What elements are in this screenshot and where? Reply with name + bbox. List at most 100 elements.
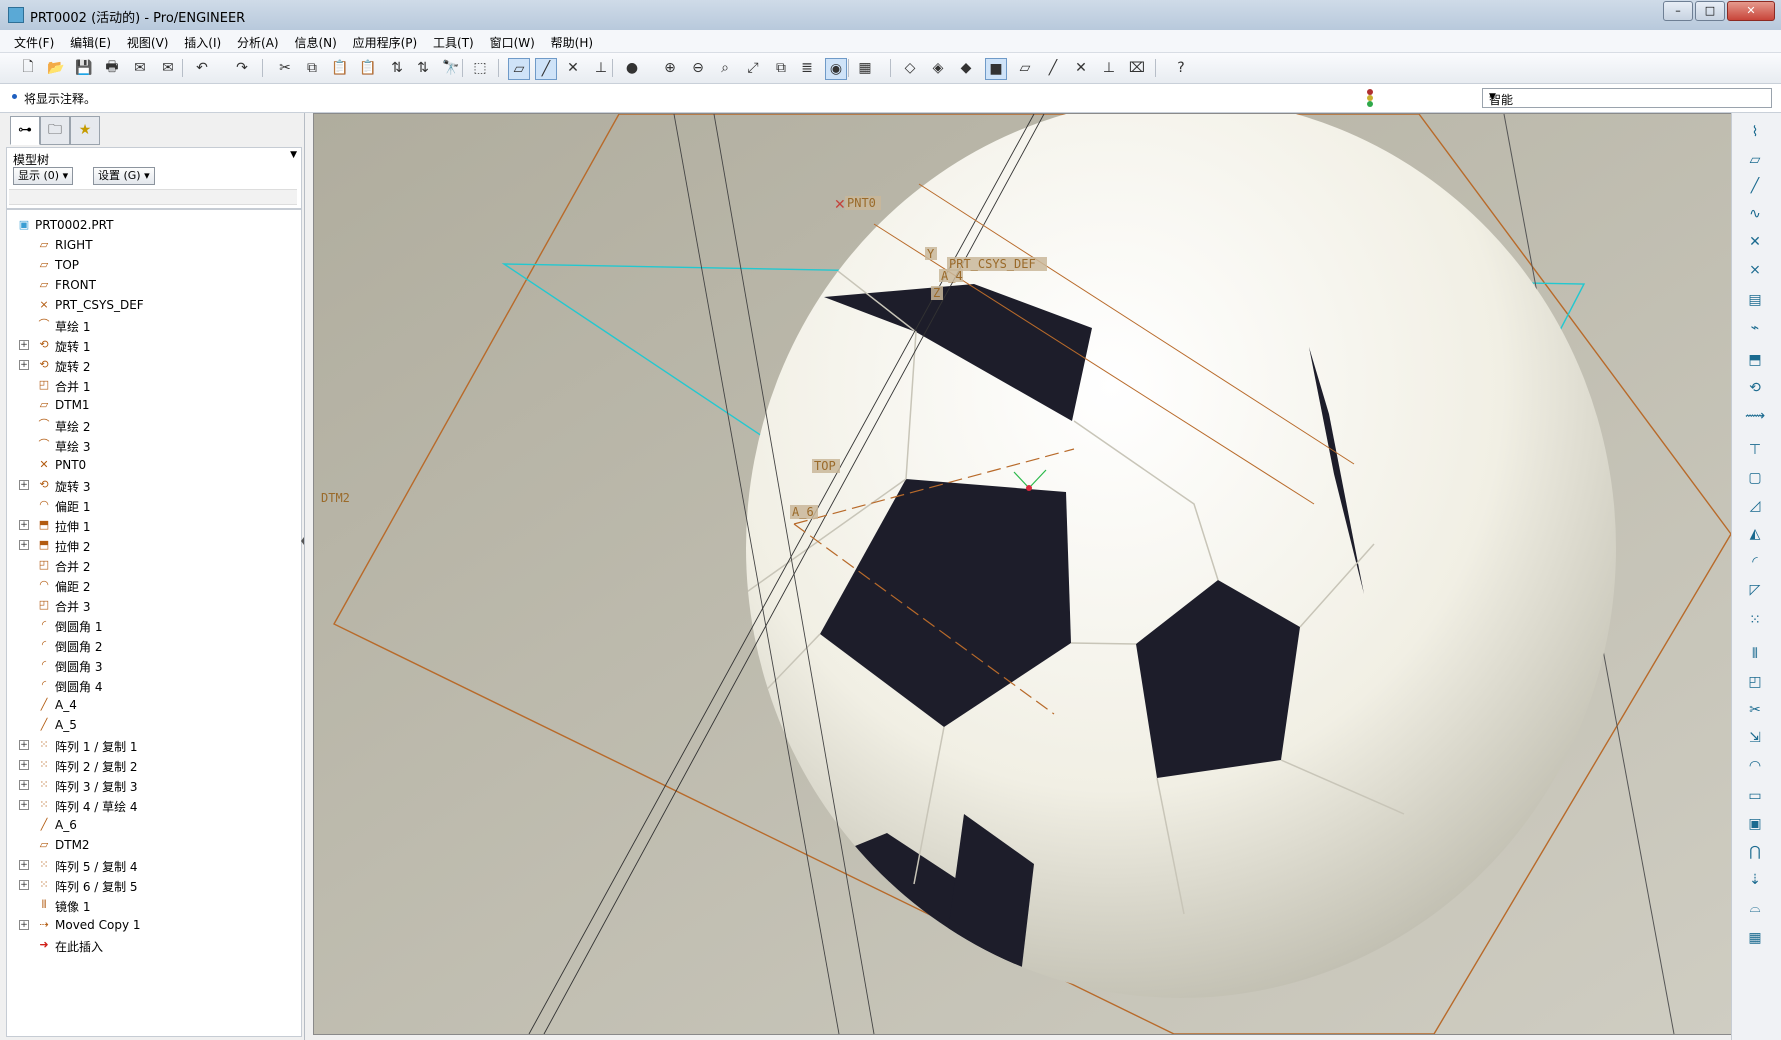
model-view-canvas[interactable]: ✕ PNT0 Y PRT_CSYS_DEF A_4 Z TOP A_6 DTM2 — [314, 114, 1731, 1034]
new-icon[interactable]: 🗋 — [18, 58, 38, 78]
wireframe-icon[interactable]: ◇ — [900, 58, 920, 78]
menu-help[interactable]: 帮助(H) — [545, 30, 599, 51]
point-tag-icon[interactable]: ✕ — [1071, 58, 1091, 78]
model-tree-tab-icon[interactable]: ⊶ — [10, 116, 40, 145]
menu-view[interactable]: 视图(V) — [121, 30, 175, 51]
tree-item[interactable]: ⌒ 草绘 2 — [7, 415, 297, 435]
tree-item[interactable]: ╱ A_6 — [7, 815, 297, 835]
sketch-tool-icon[interactable]: ⌇ — [1744, 121, 1766, 143]
layers-icon[interactable]: ≣ — [797, 58, 817, 78]
tree-item[interactable]: ◰ 合并 1 — [7, 375, 297, 395]
tree-item[interactable]: ⌒ 草绘 3 — [7, 435, 297, 455]
expand-icon[interactable]: + — [19, 360, 29, 370]
zoom-in-icon[interactable]: ⊕ — [660, 58, 680, 78]
selection-filter-dropdown[interactable]: 智能 ▼ — [1482, 88, 1772, 108]
extend-tool-icon[interactable]: ⇲ — [1744, 727, 1766, 749]
table-tool-icon[interactable]: ▦ — [1744, 927, 1766, 949]
tree-item[interactable]: ▱ RIGHT — [7, 235, 297, 255]
tree-item[interactable]: + ⇢ Moved Copy 1 — [7, 915, 297, 935]
tree-item[interactable]: + ⁙ 阵列 4 / 草绘 4 — [7, 795, 297, 815]
send-mail-attach-icon[interactable]: ✉ — [158, 58, 178, 78]
wrap-tool-icon[interactable]: ⌓ — [1744, 897, 1766, 919]
point-tool-icon[interactable]: ✕ — [1744, 231, 1766, 253]
regenerate-icon[interactable]: ⇅ — [387, 58, 407, 78]
plane-tag-icon[interactable]: ▱ — [1015, 58, 1035, 78]
model-tree-menu-icon[interactable]: ▼ — [290, 150, 297, 160]
context-help-icon[interactable]: ? — [1171, 58, 1191, 78]
expand-icon[interactable]: + — [19, 760, 29, 770]
print-icon[interactable]: 🖶 — [102, 58, 122, 78]
axis-tool-icon[interactable]: ╱ — [1744, 175, 1766, 197]
curve-tool-icon[interactable]: ∿ — [1744, 203, 1766, 225]
expand-icon[interactable]: + — [19, 800, 29, 810]
tree-item[interactable]: ╱ A_5 — [7, 715, 297, 735]
datum-point-display-icon[interactable]: ✕ — [563, 58, 583, 78]
project-tool-icon[interactable]: ⇣ — [1744, 869, 1766, 891]
maximize-button[interactable]: □ — [1695, 1, 1725, 21]
saved-views-icon[interactable]: ⧉ — [771, 58, 791, 78]
refit-icon[interactable]: ⌕ — [715, 58, 735, 78]
show-dropdown-button[interactable]: 显示 (0) ▾ — [13, 167, 74, 185]
open-icon[interactable]: 📂 — [46, 58, 66, 78]
tree-item[interactable]: ▱ FRONT — [7, 275, 297, 295]
tree-item[interactable]: ◜ 倒圆角 3 — [7, 655, 297, 675]
shell-tool-icon[interactable]: ▢ — [1744, 467, 1766, 489]
panel-splitter[interactable] — [300, 523, 306, 563]
expand-icon[interactable]: + — [19, 740, 29, 750]
tree-item[interactable]: ⌒ 草绘 1 — [7, 315, 297, 335]
tree-item[interactable]: ◜ 倒圆角 2 — [7, 635, 297, 655]
menu-tools[interactable]: 工具(T) — [427, 30, 480, 51]
axis-tag-icon[interactable]: ╱ — [1043, 58, 1063, 78]
menu-applications[interactable]: 应用程序(P) — [347, 30, 424, 51]
analysis-feature-icon[interactable]: ▤ — [1744, 289, 1766, 311]
csys-tool-icon[interactable]: ⨯ — [1744, 259, 1766, 281]
merge-tool-icon[interactable]: ◰ — [1744, 671, 1766, 693]
tree-item[interactable]: ➜ 在此插入 — [7, 935, 297, 955]
regen-status-icon[interactable] — [1366, 88, 1374, 108]
expand-icon[interactable]: + — [19, 880, 29, 890]
appearance-icon[interactable]: ▦ — [855, 58, 875, 78]
tree-item[interactable]: ◰ 合并 3 — [7, 595, 297, 615]
graph-tool-icon[interactable]: ⌁ — [1744, 317, 1766, 339]
menu-file[interactable]: 文件(F) — [8, 30, 60, 51]
expand-icon[interactable]: + — [19, 520, 29, 530]
menu-insert[interactable]: 插入(I) — [178, 30, 227, 51]
tree-item[interactable]: ◠ 偏距 1 — [7, 495, 297, 515]
tree-item[interactable]: ▱ DTM2 — [7, 835, 297, 855]
settings-dropdown-button[interactable]: 设置 (G) ▾ — [93, 167, 155, 185]
mirror-tool-icon[interactable]: ⫴ — [1744, 643, 1766, 665]
menu-analysis[interactable]: 分析(A) — [231, 30, 285, 51]
tree-item[interactable]: + ⟲ 旋转 3 — [7, 475, 297, 495]
hidden-line-icon[interactable]: ◈ — [928, 58, 948, 78]
shading-icon[interactable]: ● — [622, 58, 642, 78]
tree-item[interactable]: ✕ PNT0 — [7, 455, 297, 475]
save-icon[interactable]: 💾 — [74, 58, 94, 78]
tree-item[interactable]: ◰ 合并 2 — [7, 555, 297, 575]
thicken-tool-icon[interactable]: ▭ — [1744, 785, 1766, 807]
csys-display-icon[interactable]: ⊥ — [591, 58, 611, 78]
copy-icon[interactable]: ⧉ — [302, 58, 322, 78]
paste-special-icon[interactable]: 📋 — [358, 58, 378, 78]
reorient-icon[interactable]: ⤢ — [743, 58, 763, 78]
cut-icon[interactable]: ✂ — [275, 58, 295, 78]
select-box-icon[interactable]: ⬚ — [470, 58, 490, 78]
annotation-icon[interactable]: ⌧ — [1127, 58, 1147, 78]
regenerate-manager-icon[interactable]: ⇅ — [413, 58, 433, 78]
tree-item[interactable]: ▱ DTM1 — [7, 395, 297, 415]
graphics-window[interactable]: ✕ PNT0 Y PRT_CSYS_DEF A_4 Z TOP A_6 DTM2 — [313, 113, 1732, 1035]
expand-icon[interactable]: + — [19, 780, 29, 790]
tree-item[interactable]: ▣ PRT0002.PRT — [7, 215, 297, 235]
spin-center-icon[interactable]: ◉ — [825, 58, 847, 80]
round-tool-icon[interactable]: ◜ — [1744, 551, 1766, 573]
tree-item[interactable]: ◜ 倒圆角 4 — [7, 675, 297, 695]
menu-info[interactable]: 信息(N) — [288, 30, 342, 51]
tree-item[interactable]: ◜ 倒圆角 1 — [7, 615, 297, 635]
menu-window[interactable]: 窗口(W) — [484, 30, 541, 51]
tree-item[interactable]: ⫴ 镜像 1 — [7, 895, 297, 915]
expand-icon[interactable]: + — [19, 920, 29, 930]
tree-item[interactable]: ⨯ PRT_CSYS_DEF — [7, 295, 297, 315]
plane-tool-icon[interactable]: ▱ — [1744, 149, 1766, 171]
send-mail-icon[interactable]: ✉ — [130, 58, 150, 78]
tree-item[interactable]: ▱ TOP — [7, 255, 297, 275]
redo-icon[interactable]: ↷ — [232, 58, 252, 78]
